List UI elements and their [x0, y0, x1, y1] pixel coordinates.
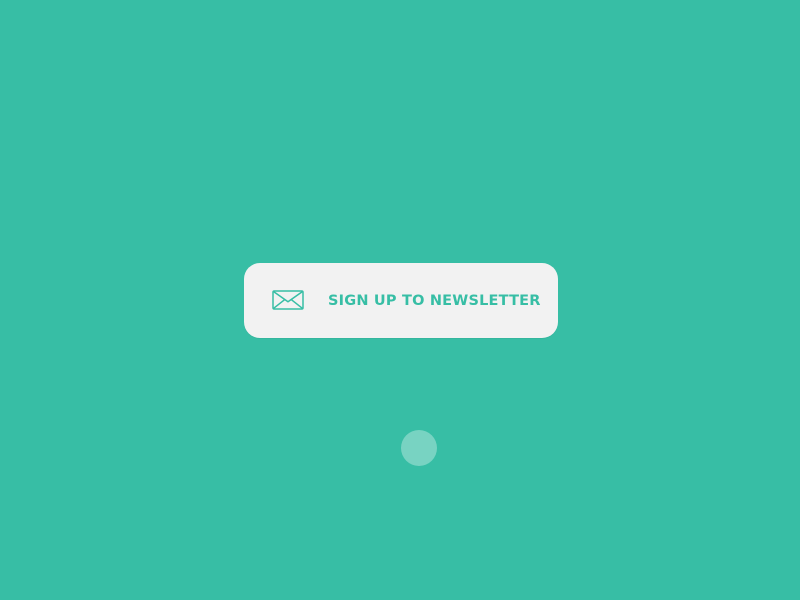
envelope-icon [272, 290, 304, 310]
newsletter-signup-button[interactable]: SIGN UP TO NEWSLETTER [244, 263, 558, 338]
newsletter-screen: SIGN UP TO NEWSLETTER [0, 0, 800, 600]
touch-cursor-indicator [401, 430, 437, 466]
newsletter-signup-label: SIGN UP TO NEWSLETTER [328, 292, 541, 309]
